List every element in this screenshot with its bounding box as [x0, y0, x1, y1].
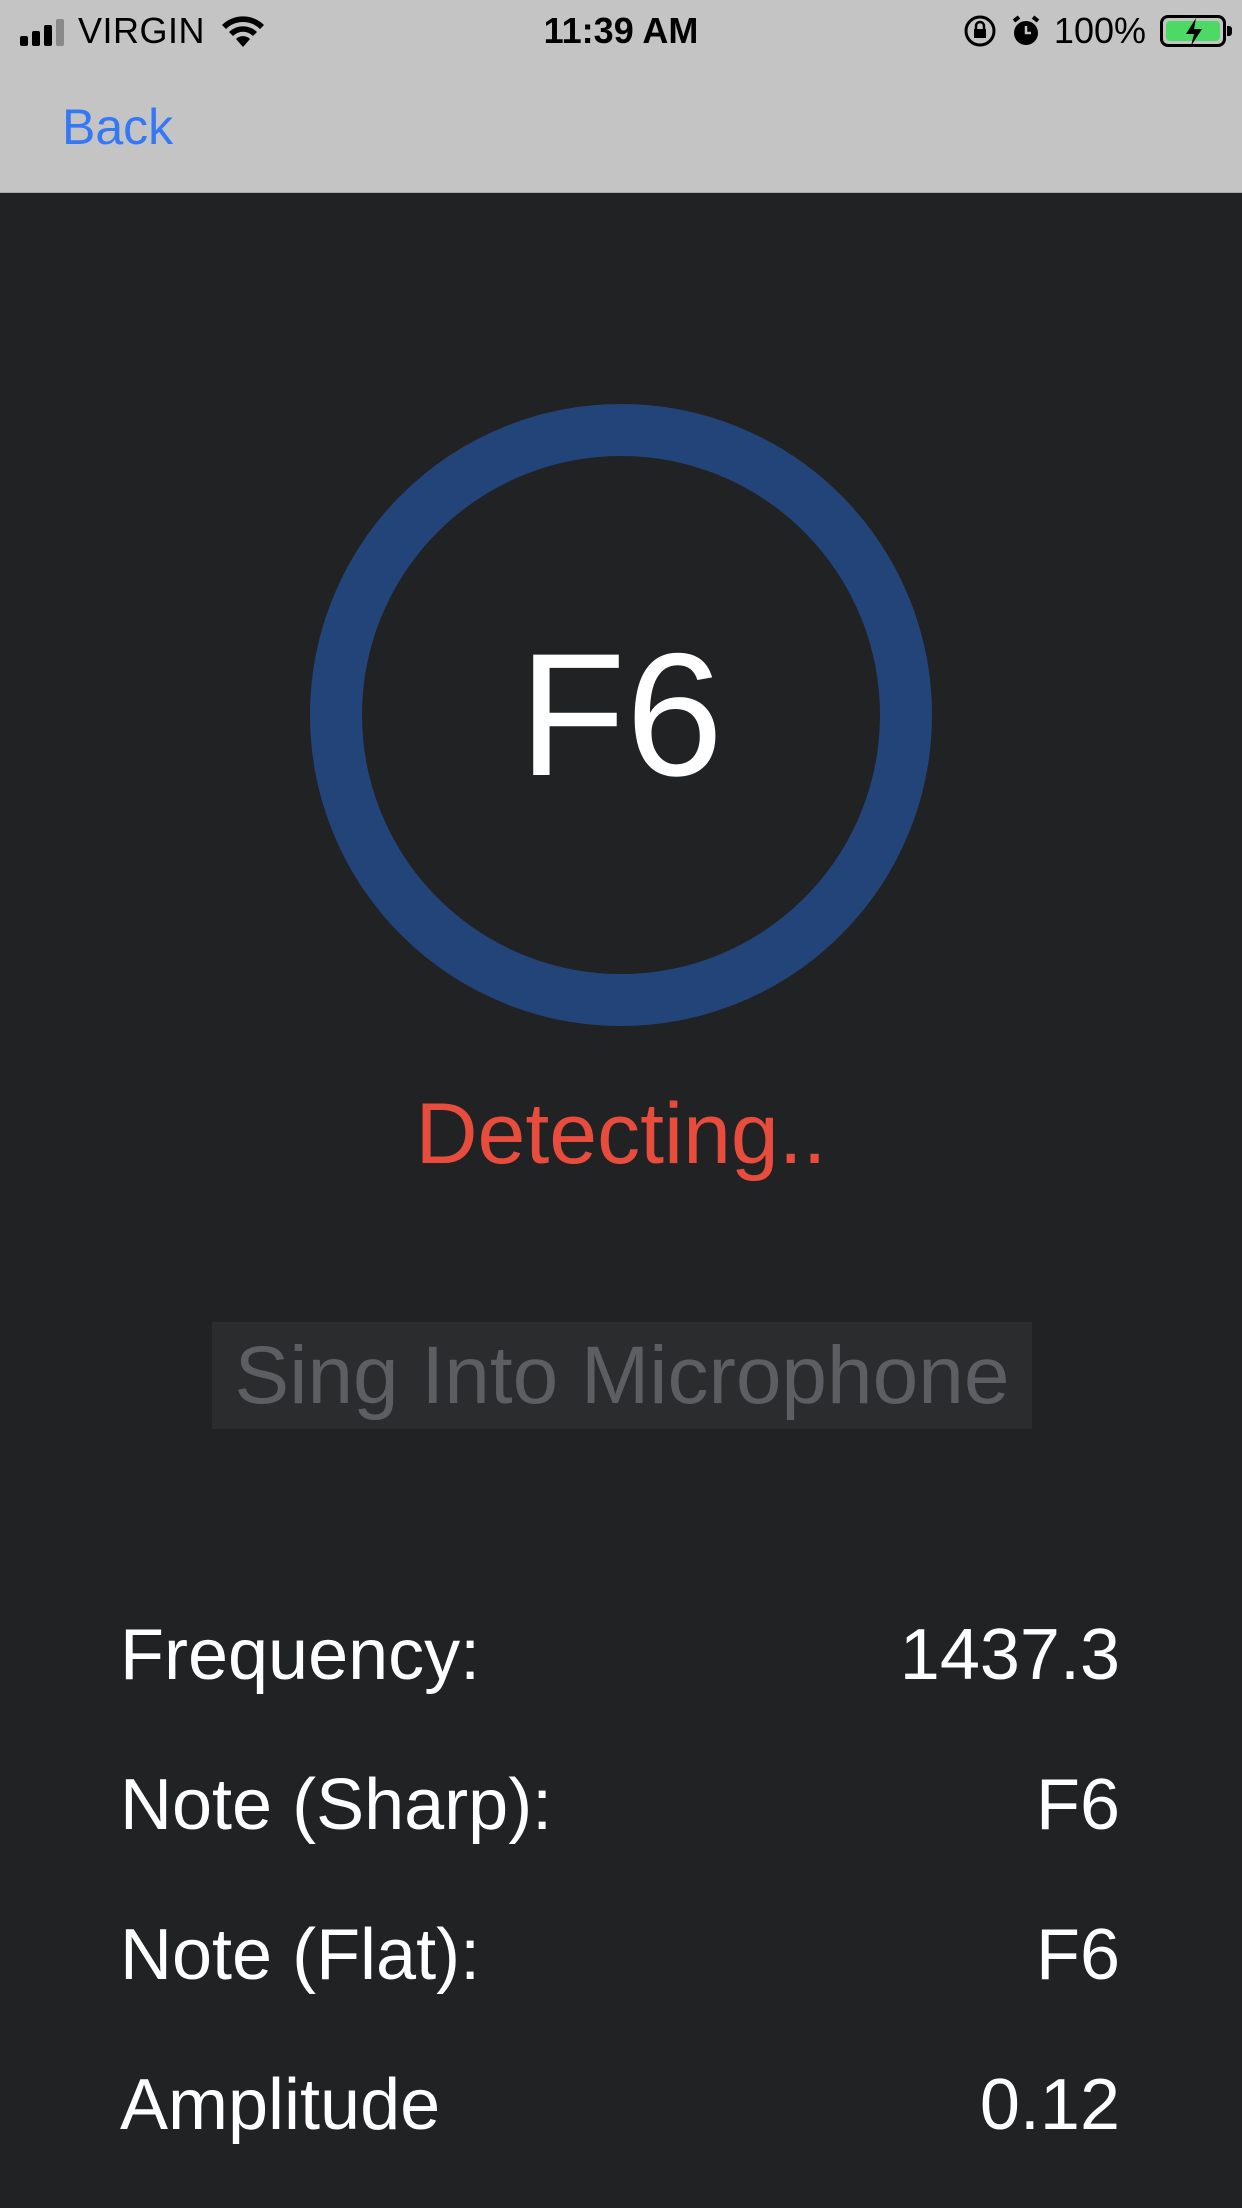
battery-charging-icon [1160, 15, 1232, 47]
status-right: 100% [962, 10, 1232, 52]
stat-row-amplitude: Amplitude 0.12 [120, 2030, 1120, 2180]
detection-status: Detecting.. [415, 1086, 827, 1182]
rotation-lock-icon [964, 15, 996, 47]
stat-value: 1437.3 [899, 1615, 1120, 1695]
stat-value: 0.12 [979, 2065, 1120, 2145]
detected-note: F6 [518, 617, 724, 813]
stat-label: Note (Flat): [120, 1915, 481, 1995]
stats-list: Frequency: 1437.3 Note (Sharp): F6 Note … [120, 1580, 1120, 2180]
stat-value: F6 [1035, 1765, 1120, 1845]
back-button[interactable]: Back [62, 98, 173, 156]
sing-prompt: Sing Into Microphone [212, 1322, 1032, 1429]
stat-row-frequency: Frequency: 1437.3 [120, 1580, 1120, 1730]
status-bar: VIRGIN 11:39 AM 100% [0, 0, 1242, 62]
stat-label: Frequency: [120, 1615, 481, 1695]
navigation-bar: Back [0, 62, 1242, 193]
stat-value: F6 [1035, 1915, 1120, 1995]
stat-label: Amplitude [120, 2065, 441, 2145]
battery-percent: 100% [1053, 10, 1146, 51]
stat-label: Note (Sharp): [120, 1765, 553, 1845]
alarm-icon [1012, 15, 1040, 45]
stat-row-note-sharp: Note (Sharp): F6 [120, 1730, 1120, 1880]
stat-row-note-flat: Note (Flat): F6 [120, 1880, 1120, 2030]
